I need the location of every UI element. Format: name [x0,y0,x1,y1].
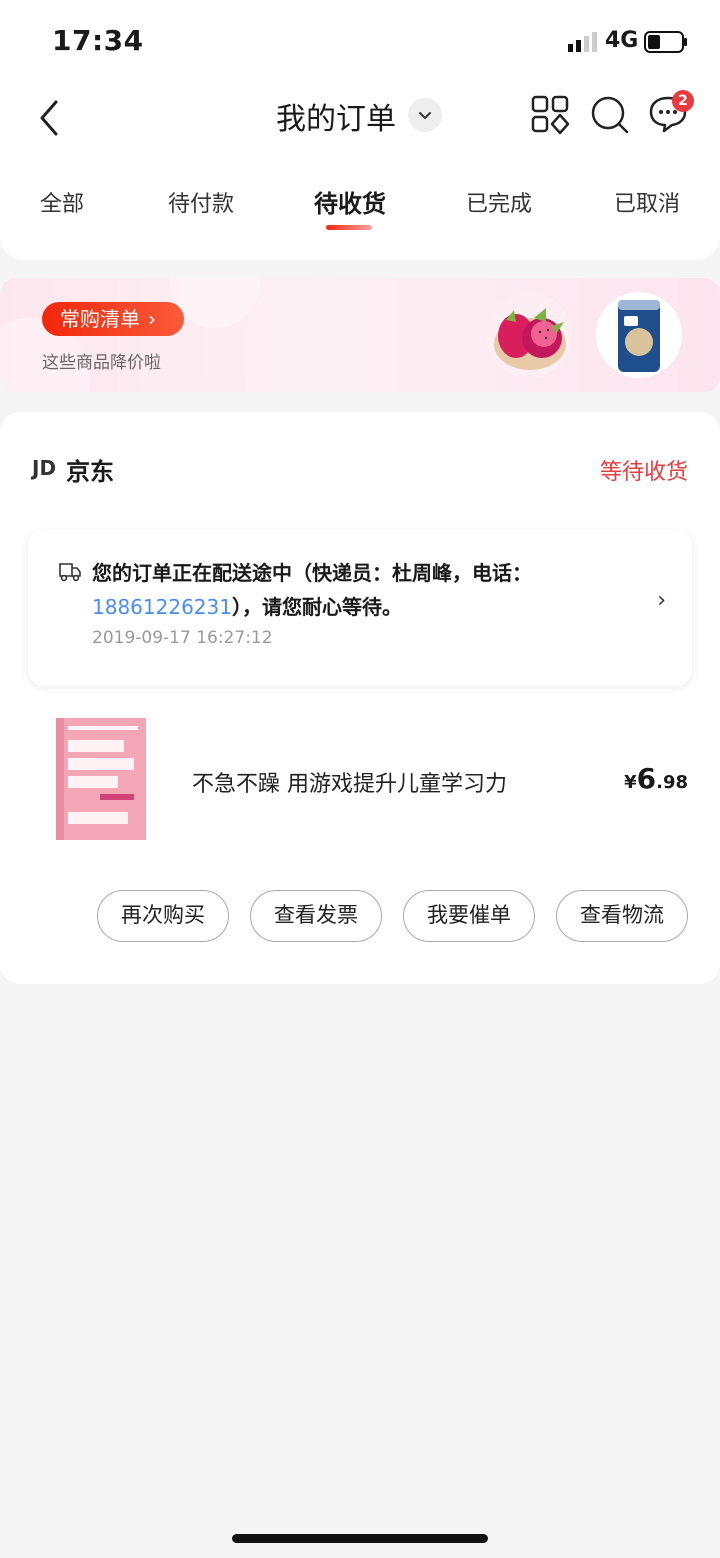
tab-pending-receipt[interactable]: 待收货 [314,184,386,219]
tab-all[interactable]: 全部 [40,186,84,218]
order-status: 等待收货 [599,460,688,485]
active-tab-indicator [326,225,372,230]
cereal-can-thumbnail[interactable] [596,292,682,378]
delivery-timestamp: 2019-09-17 16:27:12 [92,628,273,648]
courier-phone-link[interactable]: 18861226231 [92,595,232,619]
urge-order-button[interactable]: 我要催单 [403,890,535,942]
header: 我的订单 2 全部 待付款 待收货 已完成 已取消 [0,80,720,260]
dragon-fruit-thumbnail[interactable] [486,292,572,378]
delivery-info[interactable]: 您的订单正在配送途中（快递员：杜周峰，电话： 18861226231），请您耐心等… [28,530,692,686]
frequent-purchase-label: 常购清单 [60,307,140,331]
status-time: 17:34 [52,24,144,57]
view-invoice-button[interactable]: 查看发票 [250,890,382,942]
tab-cancelled[interactable]: 已取消 [614,186,680,218]
delivery-message-suffix: ），请您耐心等待。 [231,595,402,619]
frequent-purchase-button[interactable]: 常购清单 › [42,302,184,336]
message-badge: 2 [672,90,694,112]
chevron-down-icon[interactable] [408,98,442,132]
buy-again-button[interactable]: 再次购买 [97,890,229,942]
track-shipment-button[interactable]: 查看物流 [556,890,688,942]
tab-pending-payment[interactable]: 待付款 [168,186,234,218]
truck-icon [59,563,81,582]
product-image[interactable] [56,718,146,840]
book-cover-image [56,718,146,840]
product-name[interactable]: 不急不躁 用游戏提升儿童学习力 [192,766,507,798]
chevron-right-icon[interactable]: › [657,588,666,613]
dragon-fruit-image [494,308,566,370]
home-indicator[interactable] [232,1534,488,1543]
search-icon[interactable] [590,94,630,134]
grid-apps-icon[interactable] [530,94,570,134]
battery-icon [644,31,687,53]
delivery-message: 您的订单正在配送途中（快递员：杜周峰，电话： 18861226231），请您耐心等… [92,556,632,624]
frequent-purchase-banner[interactable]: 常购清单 › 这些商品降价啦 [0,278,720,392]
network-type: 4G [605,28,639,53]
delivery-message-prefix: 您的订单正在配送途中（快递员：杜周峰，电话： [92,561,532,585]
jd-logo: JD [32,456,57,480]
signal-icon [568,32,597,52]
currency-symbol: ¥ [624,772,637,793]
product-price: ¥6.98 [624,762,688,795]
status-bar: 17:34 4G [0,0,720,80]
price-decimal: .98 [656,772,688,793]
order-card[interactable]: JD 京东 等待收货 您的订单正在配送途中（快递员：杜周峰，电话： 1886122… [0,412,720,984]
price-integer: 6 [636,762,657,795]
shop-name[interactable]: 京东 [66,452,114,487]
promo-subtitle: 这些商品降价啦 [42,353,161,373]
cereal-can-image [618,300,660,372]
chevron-right-icon: › [148,307,156,331]
tab-completed[interactable]: 已完成 [466,186,532,218]
